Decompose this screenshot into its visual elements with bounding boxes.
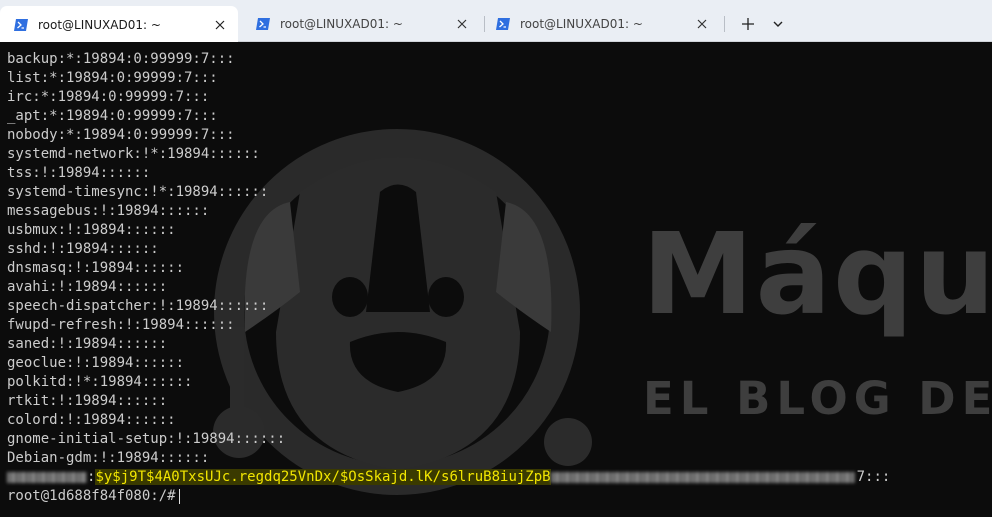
- close-icon: [215, 20, 225, 29]
- output-line: polkitd:!*:19894::::::: [7, 374, 193, 390]
- password-hash-line: :$y$j9T$4A0TxsUJc.regdq25VnDx/$OsSkajd.l…: [7, 468, 890, 487]
- output-line: backup:*:19894:0:99999:7:::: [7, 51, 235, 67]
- output-line: messagebus:!:19894::::::: [7, 203, 210, 219]
- output-line: gnome-initial-setup:!:19894::::::: [7, 431, 286, 447]
- close-tab-button[interactable]: [210, 15, 230, 35]
- close-icon: [457, 19, 467, 29]
- tab-title: root@LINUXAD01: ~: [520, 17, 643, 31]
- chevron-down-icon: [773, 21, 783, 27]
- output-line: systemd-timesync:!*:19894::::::: [7, 184, 269, 200]
- output-line: usbmux:!:19894::::::: [7, 222, 176, 238]
- tab-title: root@LINUXAD01: ~: [38, 17, 161, 32]
- tab-dropdown-button[interactable]: [766, 12, 790, 36]
- output-line: avahi:!:19894::::::: [7, 279, 168, 295]
- close-tab-button[interactable]: [692, 14, 712, 34]
- close-tab-button[interactable]: [452, 14, 472, 34]
- new-tab-button[interactable]: [736, 12, 760, 36]
- redacted-hash-remainder: [550, 471, 855, 483]
- output-line: _apt:*:19894:0:99999:7:::: [7, 108, 218, 124]
- output-line: speech-dispatcher:!:19894::::::: [7, 298, 269, 314]
- output-line: systemd-network:!*:19894::::::: [7, 146, 260, 162]
- output-line: irc:*:19894:0:99999:7:::: [7, 89, 210, 105]
- output-line: colord:!:19894::::::: [7, 412, 176, 428]
- text-cursor: [178, 488, 180, 504]
- plus-icon: [742, 18, 754, 30]
- output-line: nobody:*:19894:0:99999:7:::: [7, 127, 235, 143]
- tab-title: root@LINUXAD01: ~: [280, 17, 403, 31]
- highlighted-password-hash: $y$j9T$4A0TxsUJc.regdq25VnDx/$OsSkajd.lK…: [95, 469, 551, 485]
- output-line: sshd:!:19894::::::: [7, 241, 159, 257]
- tab-3[interactable]: root@LINUXAD01: ~: [482, 6, 720, 42]
- powershell-icon: [256, 18, 270, 30]
- hash-line-suffix: 7:::: [856, 469, 891, 485]
- shell-prompt: root@1d688f84f080:/#: [7, 488, 176, 504]
- tab-divider: [724, 16, 725, 32]
- tab-2[interactable]: root@LINUXAD01: ~: [242, 6, 480, 42]
- powershell-icon: [496, 18, 510, 30]
- redacted-username: [7, 471, 87, 483]
- output-line: saned:!:19894::::::: [7, 336, 168, 352]
- prompt-line[interactable]: root@1d688f84f080:/#: [7, 487, 890, 506]
- terminal-lines: backup:*:19894:0:99999:7::: list:*:19894…: [7, 50, 890, 506]
- output-line: fwupd-refresh:!:19894::::::: [7, 317, 235, 333]
- tab-bar: root@LINUXAD01: ~ root@LINUXAD01: ~ root…: [0, 0, 992, 43]
- output-line: Debian-gdm:!:19894::::::: [7, 450, 210, 466]
- output-line: geoclue:!:19894::::::: [7, 355, 185, 371]
- powershell-icon: [14, 18, 28, 31]
- output-line: rtkit:!:19894::::::: [7, 393, 168, 409]
- tab-1[interactable]: root@LINUXAD01: ~: [0, 6, 238, 43]
- terminal-output[interactable]: Máqu EL BLOG DE NE backup:*:19894:0:9999…: [0, 42, 992, 517]
- terminal-window: root@LINUXAD01: ~ root@LINUXAD01: ~ root…: [0, 0, 992, 517]
- output-line: tss:!:19894::::::: [7, 165, 151, 181]
- output-line: dnsmasq:!:19894::::::: [7, 260, 185, 276]
- close-icon: [697, 19, 707, 29]
- output-line: list:*:19894:0:99999:7:::: [7, 70, 218, 86]
